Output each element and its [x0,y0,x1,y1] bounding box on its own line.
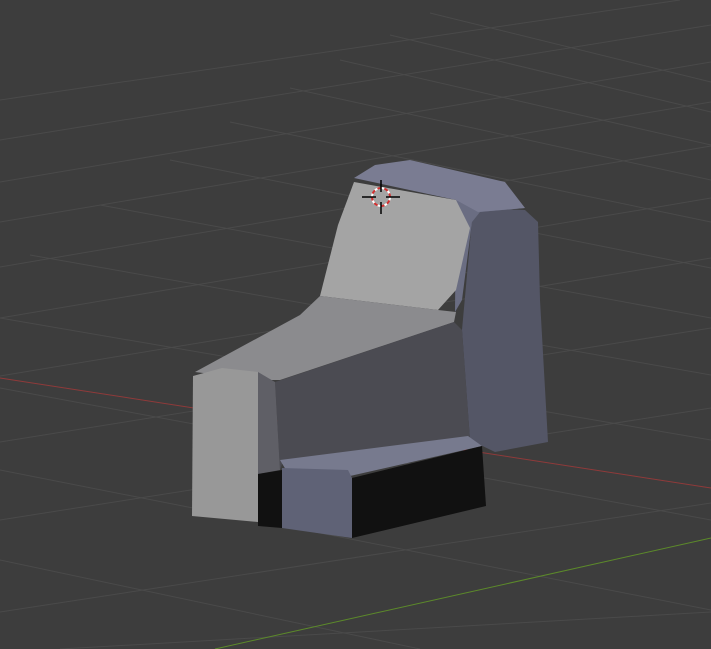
footrest-front [282,468,352,538]
chair-mesh[interactable] [192,160,548,538]
3d-viewport[interactable] [0,0,711,649]
black-base-left [258,470,282,528]
right-side-panel [462,208,548,452]
y-axis-line [214,537,711,649]
left-front-pillar [192,368,258,522]
backrest-face [320,182,470,310]
